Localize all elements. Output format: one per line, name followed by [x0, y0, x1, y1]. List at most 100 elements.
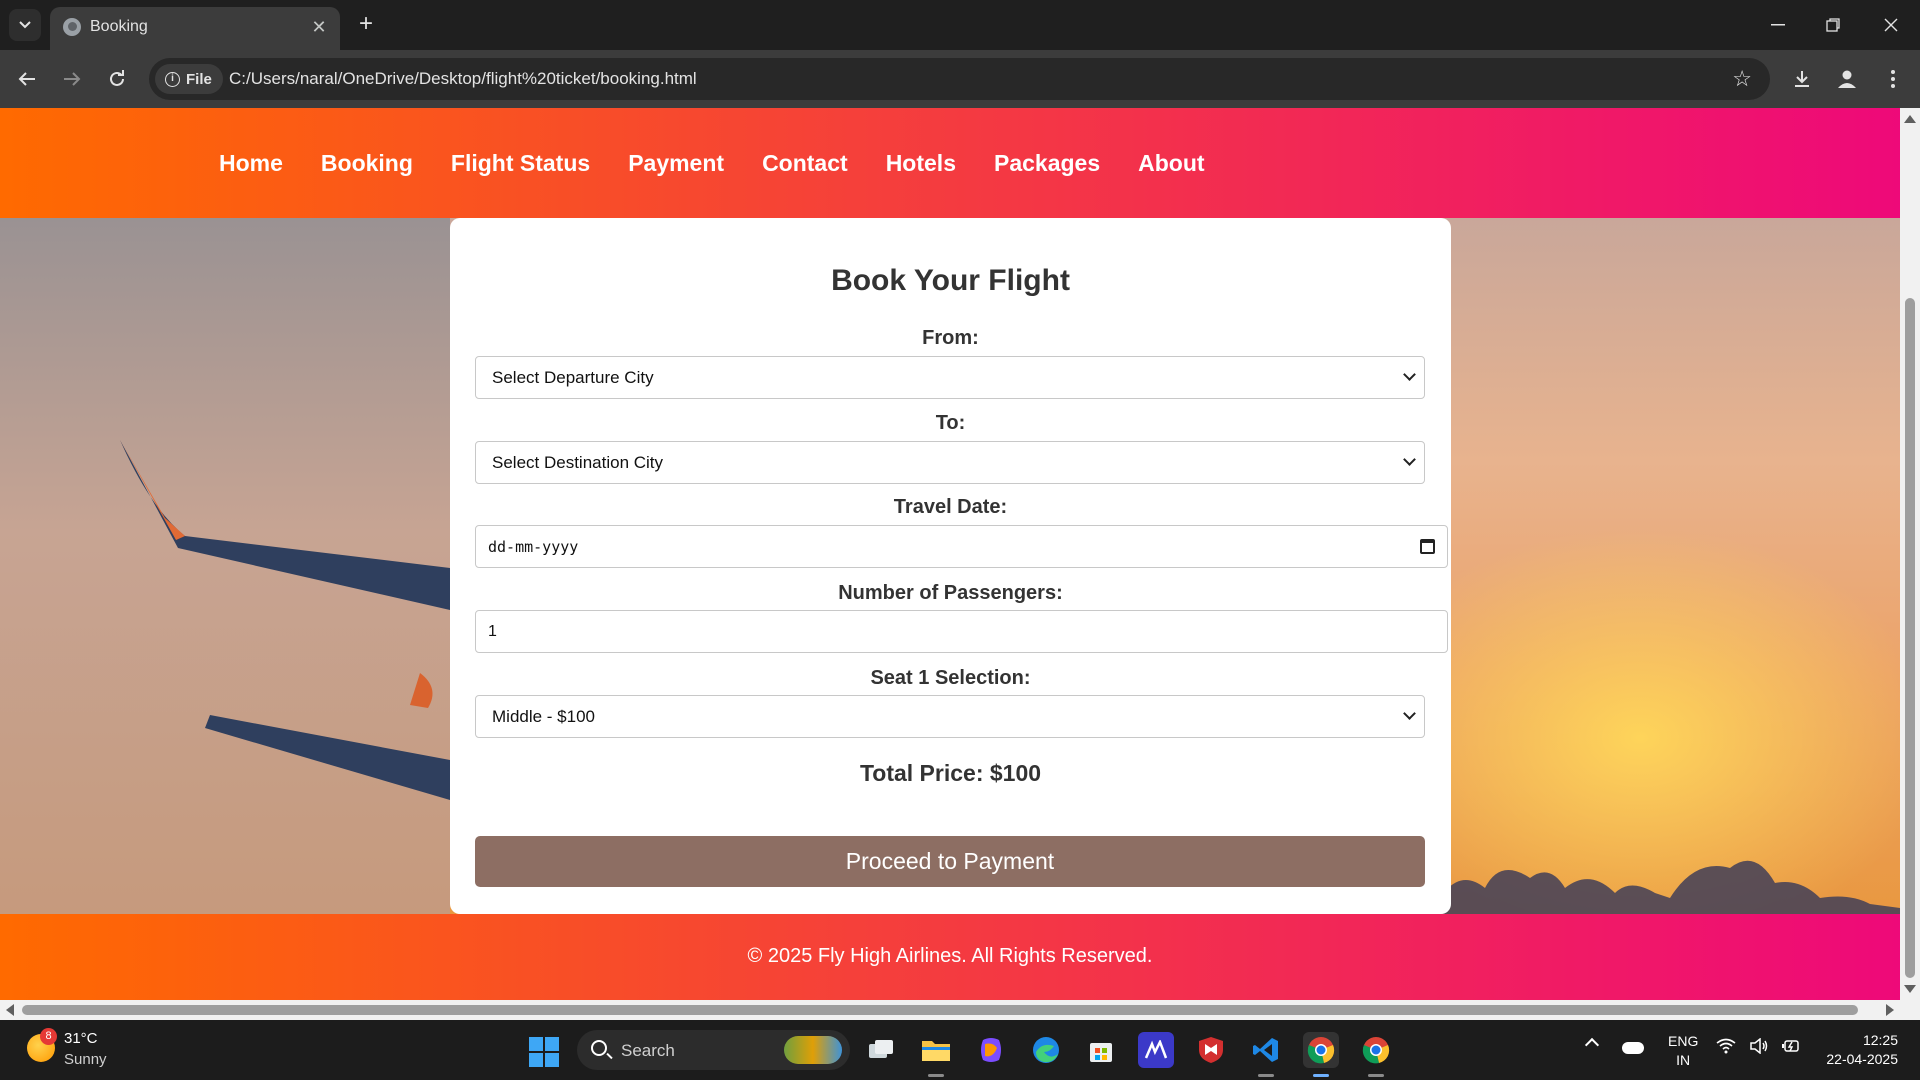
tray-overflow-chevron-icon[interactable]: [1584, 1037, 1600, 1053]
passengers-input[interactable]: 1: [475, 610, 1448, 653]
browser-tab[interactable]: Booking ✕: [50, 7, 340, 50]
reload-icon[interactable]: [100, 62, 134, 96]
clock-date: 22-04-2025: [1826, 1051, 1898, 1067]
travel-date-label: Travel Date:: [893, 496, 1008, 518]
destination-city-value: Select Destination City: [492, 453, 664, 472]
scroll-up-arrow-icon[interactable]: [1904, 115, 1916, 123]
page-viewport: Home Booking Flight Status Payment Conta…: [0, 108, 1900, 1000]
nav-link-booking[interactable]: Booking: [321, 150, 413, 177]
back-icon[interactable]: [10, 62, 44, 96]
running-indicator: [1368, 1074, 1384, 1077]
passengers-label: Number of Passengers:: [838, 582, 1063, 604]
wifi-icon: [1716, 1038, 1736, 1054]
scroll-down-arrow-icon[interactable]: [1904, 985, 1916, 993]
task-view-icon[interactable]: [863, 1032, 899, 1068]
forward-icon[interactable]: [55, 62, 89, 96]
menu-kebab-icon[interactable]: [1876, 62, 1910, 96]
weather-badge: 8: [40, 1028, 57, 1045]
taskbar-clock[interactable]: 12:25 22-04-2025: [1810, 1031, 1898, 1069]
site-footer: © 2025 Fly High Airlines. All Rights Res…: [0, 914, 1900, 1000]
search-highlight-icon: [784, 1036, 842, 1064]
nav-link-home[interactable]: Home: [219, 150, 283, 177]
restore-icon[interactable]: [1813, 10, 1853, 40]
onedrive-cloud-icon[interactable]: [1622, 1042, 1644, 1054]
from-label: From:: [922, 327, 979, 349]
departure-city-value: Select Departure City: [492, 368, 654, 387]
profile-icon[interactable]: [1830, 62, 1864, 96]
chevron-down-icon: [1403, 453, 1416, 466]
running-indicator: [1258, 1074, 1274, 1077]
copilot-icon[interactable]: [973, 1032, 1009, 1068]
chrome-icon-active[interactable]: [1303, 1032, 1339, 1068]
taskbar-search-label: Search: [621, 1041, 675, 1060]
edge-browser-icon[interactable]: [1028, 1032, 1064, 1068]
editor-app-icon[interactable]: [1138, 1032, 1174, 1068]
travel-date-input[interactable]: dd-mm-yyyy: [475, 525, 1448, 568]
nav-link-flight-status[interactable]: Flight Status: [451, 150, 590, 177]
scroll-right-arrow-icon[interactable]: [1886, 1004, 1894, 1016]
destination-city-select[interactable]: Select Destination City: [475, 441, 1425, 484]
vertical-scrollbar[interactable]: [1900, 108, 1920, 1000]
chevron-down-icon: [1403, 707, 1416, 720]
download-icon[interactable]: [1785, 62, 1819, 96]
close-window-icon[interactable]: [1871, 10, 1911, 40]
seat-selection-label: Seat 1 Selection:: [870, 667, 1031, 689]
address-bar[interactable]: i File C:/Users/naral/OneDrive/Desktop/f…: [149, 58, 1770, 100]
seat-selection-select[interactable]: Middle - $100: [475, 695, 1425, 738]
tab-search-button[interactable]: [9, 9, 41, 41]
taskbar-search[interactable]: Search: [577, 1030, 850, 1070]
info-icon: i: [165, 71, 180, 87]
close-tab-icon[interactable]: ✕: [308, 16, 330, 38]
site-info-chip[interactable]: i File: [155, 64, 223, 94]
chrome-icon[interactable]: [1358, 1032, 1394, 1068]
nav-link-about[interactable]: About: [1138, 150, 1204, 177]
to-label: To:: [935, 412, 966, 434]
url-text: C:/Users/naral/OneDrive/Desktop/flight%2…: [229, 69, 697, 88]
language-code: ENG: [1668, 1033, 1699, 1049]
taskbar: 8 31°C Sunny Search ENG IN 12:25 22-04-2…: [0, 1020, 1920, 1080]
bookmark-star-icon[interactable]: ☆: [1732, 66, 1752, 92]
airplane-wing-image: [120, 440, 450, 800]
proceed-to-payment-button[interactable]: Proceed to Payment: [475, 836, 1425, 887]
clouds-silhouette-image: [1440, 860, 1900, 914]
browser-tab-bar: Booking ✕ +: [0, 0, 1920, 50]
vscode-icon[interactable]: [1248, 1032, 1284, 1068]
tab-title: Booking: [90, 18, 148, 35]
search-icon: [591, 1040, 607, 1056]
microsoft-store-icon[interactable]: [1083, 1032, 1119, 1068]
horizontal-scrollbar[interactable]: [0, 1000, 1920, 1020]
weather-temperature: 31°C: [64, 1030, 98, 1047]
page-title: Book Your Flight: [831, 264, 1070, 297]
minimize-icon[interactable]: [1758, 10, 1798, 40]
total-price: Total Price: $100: [859, 760, 1042, 786]
system-tray-icons[interactable]: [1716, 1037, 1801, 1059]
windows-start-icon[interactable]: [529, 1037, 559, 1067]
file-chip-label: File: [186, 70, 212, 88]
scroll-left-arrow-icon[interactable]: [6, 1004, 14, 1016]
departure-city-select[interactable]: Select Departure City: [475, 356, 1425, 399]
nav-link-hotels[interactable]: Hotels: [886, 150, 956, 177]
active-app-indicator: [1313, 1074, 1329, 1077]
vertical-scrollbar-thumb[interactable]: [1905, 298, 1915, 978]
globe-icon: [63, 18, 81, 36]
file-explorer-icon[interactable]: [918, 1032, 954, 1068]
region-code: IN: [1676, 1052, 1691, 1068]
horizontal-scrollbar-thumb[interactable]: [22, 1005, 1858, 1015]
clock-time: 12:25: [1862, 1032, 1898, 1048]
language-indicator[interactable]: ENG IN: [1668, 1032, 1698, 1070]
browser-toolbar: i File C:/Users/naral/OneDrive/Desktop/f…: [0, 50, 1920, 108]
running-indicator: [928, 1074, 944, 1077]
nav-link-payment[interactable]: Payment: [628, 150, 724, 177]
site-nav: Home Booking Flight Status Payment Conta…: [219, 108, 1243, 218]
nav-link-contact[interactable]: Contact: [762, 150, 848, 177]
mcafee-shield-icon[interactable]: [1193, 1032, 1229, 1068]
nav-link-packages[interactable]: Packages: [994, 150, 1100, 177]
weather-description: Sunny: [64, 1051, 107, 1068]
battery-icon: [1782, 1040, 1800, 1052]
chevron-down-icon: [19, 21, 31, 29]
new-tab-icon[interactable]: +: [351, 10, 381, 40]
site-header: Home Booking Flight Status Payment Conta…: [0, 108, 1900, 218]
calendar-icon[interactable]: [1420, 539, 1435, 554]
seat-selection-value: Middle - $100: [492, 707, 596, 726]
travel-date-placeholder: dd-mm-yyyy: [488, 538, 579, 556]
